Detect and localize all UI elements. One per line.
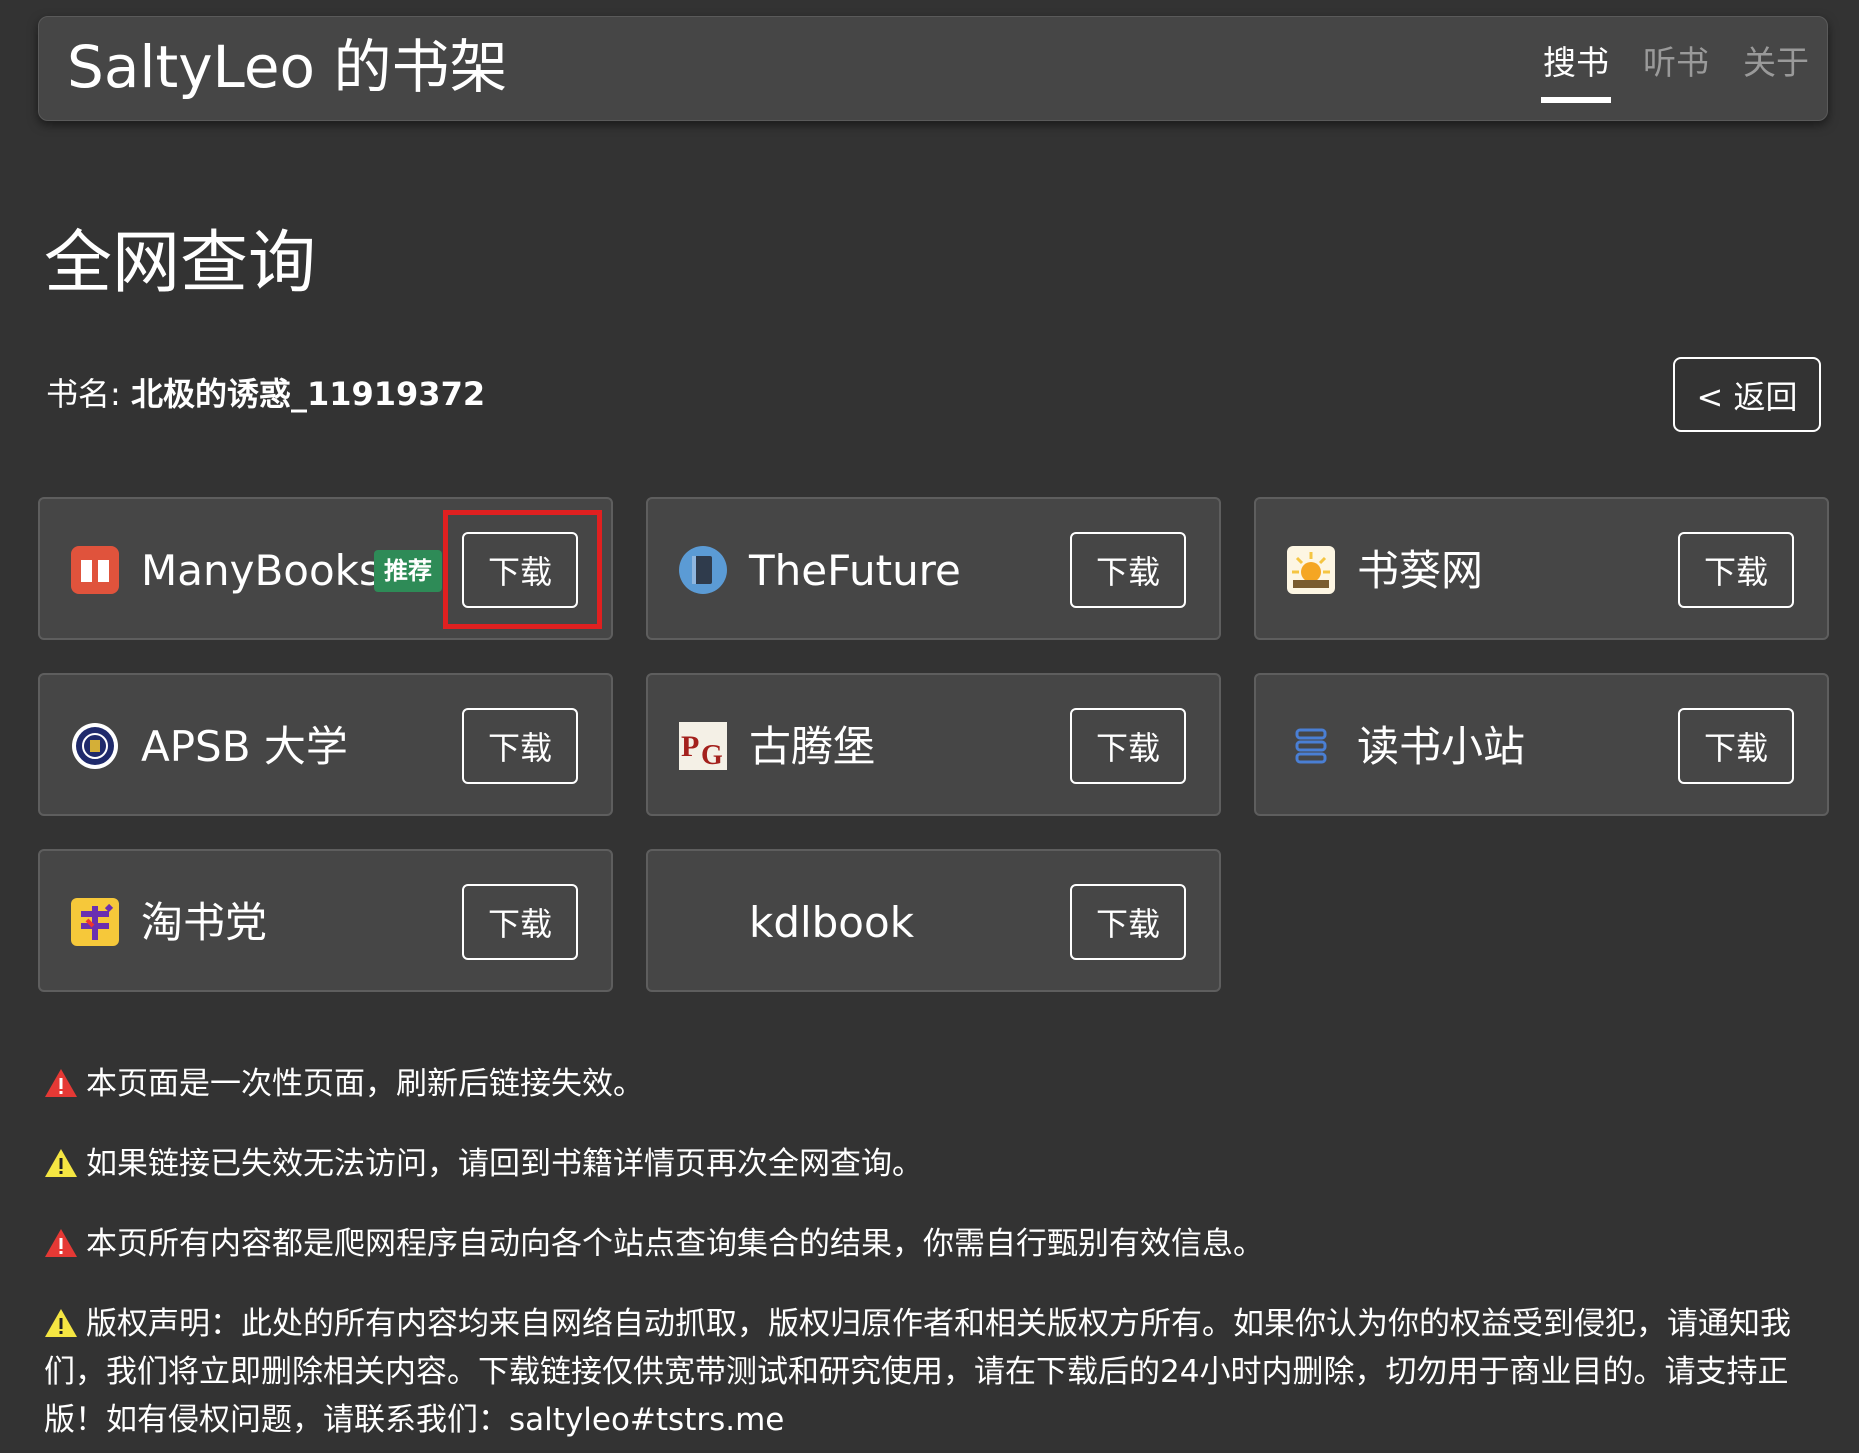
nav-search-books[interactable]: 搜书 [1541,41,1611,103]
download-button[interactable]: 下载 [1678,708,1794,784]
source-card-manybooks: ManyBooks 推荐 下载 [38,497,613,640]
source-name: ManyBooks [141,546,381,595]
source-card-gutenberg: PG 古腾堡 下载 [646,673,1221,816]
book-title-line: 书名: 北极的诱惑_11919372 [46,372,485,416]
svg-text:P: P [681,730,699,763]
notice-copyright: 版权声明：此处的所有内容均来自网络自动抓取，版权归原作者和相关版权方所有。如果你… [44,1300,1824,1444]
source-card-apsb: APSB 大学 下载 [38,673,613,816]
nav-audiobooks[interactable]: 听书 [1641,41,1711,85]
source-card-shukuiwang: 书葵网 下载 [1254,497,1829,640]
back-button[interactable]: < 返回 [1673,357,1821,432]
source-name: 读书小站 [1357,722,1526,771]
nav-links: 搜书 听书 关于 [1541,41,1811,103]
source-card-dushuxiaozhan: 读书小站 下载 [1254,673,1829,816]
source-name: APSB 大学 [141,722,348,771]
book-name: 北极的诱惑_11919372 [130,375,486,413]
sunflower-icon [1287,546,1335,594]
book-icon [71,546,119,594]
book-label: 书名: [46,375,121,413]
notice-crawler-results: 本页所有内容都是爬网程序自动向各个站点查询集合的结果，你需自行甄别有效信息。 [44,1220,1824,1268]
source-card-kdlbook: kdlbook 下载 [646,849,1221,992]
warning-icon [45,1309,77,1337]
warning-icon [45,1229,77,1257]
svg-text:G: G [701,740,723,770]
download-button[interactable]: 下载 [462,532,578,608]
source-card-thefuture: TheFuture 下载 [646,497,1221,640]
download-button[interactable]: 下载 [1070,884,1186,960]
source-name: kdlbook [749,898,915,947]
shu-character-icon [71,898,119,946]
notice-text: 本页所有内容都是爬网程序自动向各个站点查询集合的结果，你需自行甄别有效信息。 [86,1226,1264,1262]
top-navbar: SaltyLeo 的书架 搜书 听书 关于 [38,16,1828,121]
notebook-icon [679,546,727,594]
source-name: 书葵网 [1357,546,1484,595]
page-title: 全网查询 [44,224,317,303]
notice-one-time-page: 本页面是一次性页面，刷新后链接失效。 [44,1060,1824,1108]
source-name: 古腾堡 [749,722,876,771]
notice-text: 如果链接已失效无法访问，请回到书籍详情页再次全网查询。 [86,1146,923,1182]
notice-text: 本页面是一次性页面，刷新后链接失效。 [86,1066,644,1102]
download-button[interactable]: 下载 [462,884,578,960]
download-button[interactable]: 下载 [1070,708,1186,784]
site-brand[interactable]: SaltyLeo 的书架 [67,31,507,103]
pg-logo-icon: PG [679,722,727,770]
notice-link-expired: 如果链接已失效无法访问，请回到书籍详情页再次全网查询。 [44,1140,1824,1188]
download-button[interactable]: 下载 [1678,532,1794,608]
stack-icon [1287,722,1335,770]
source-name: TheFuture [749,546,961,595]
download-button[interactable]: 下载 [1070,532,1186,608]
source-name: 淘书党 [141,898,268,947]
recommended-badge: 推荐 [374,550,442,592]
download-button[interactable]: 下载 [462,708,578,784]
notice-text: 版权声明：此处的所有内容均来自网络自动抓取，版权归原作者和相关版权方所有。如果你… [44,1306,1791,1438]
warning-icon [45,1069,77,1097]
nav-about[interactable]: 关于 [1741,41,1811,85]
source-card-taoshudang: 淘书党 下载 [38,849,613,992]
university-seal-icon [71,722,119,770]
warning-icon [45,1149,77,1177]
